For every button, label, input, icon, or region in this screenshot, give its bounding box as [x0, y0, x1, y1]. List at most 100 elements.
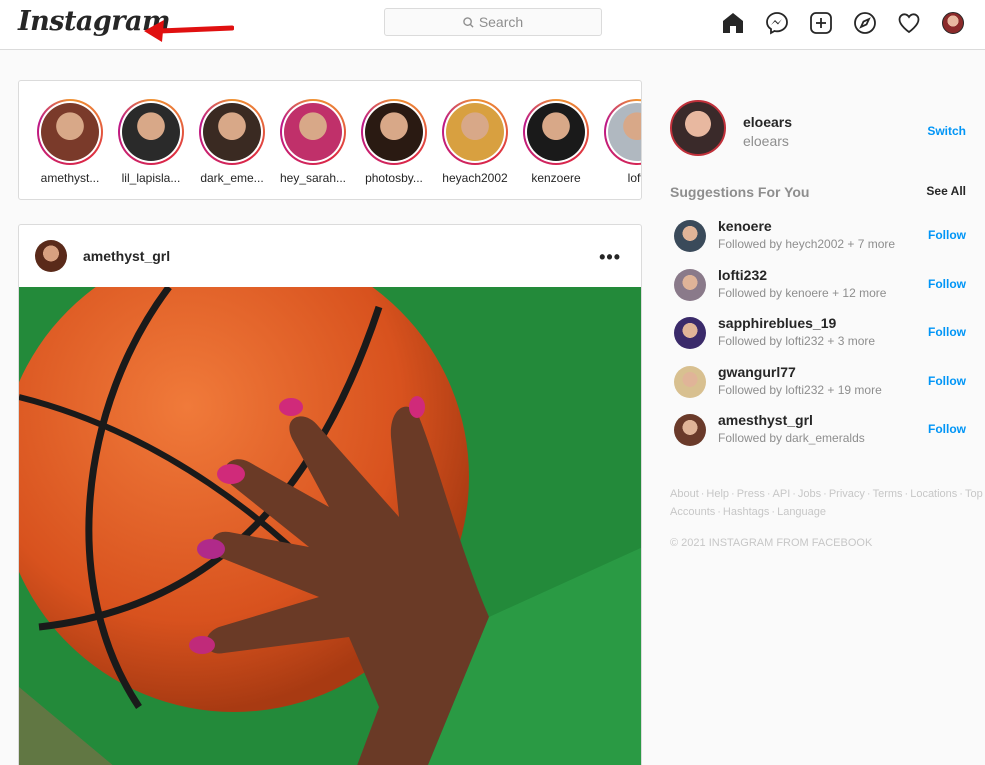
- right-sidebar: eloears eloears Switch Suggestions For Y…: [670, 100, 983, 549]
- footer-separator: ·: [717, 505, 721, 518]
- follow-button[interactable]: Follow: [928, 228, 966, 242]
- avatar: [942, 12, 964, 34]
- follow-button[interactable]: Follow: [928, 374, 966, 388]
- suggestions-header: Suggestions For You See All: [670, 184, 970, 204]
- footer-link[interactable]: Help: [706, 488, 729, 500]
- footer-link[interactable]: About: [670, 488, 699, 500]
- footer-link[interactable]: Hashtags: [723, 506, 769, 518]
- story-avatar: [122, 103, 180, 161]
- suggestions-title: Suggestions For You: [670, 184, 810, 200]
- footer-link[interactable]: Privacy: [829, 488, 865, 500]
- explore-icon[interactable]: [852, 10, 878, 36]
- suggestion-avatar[interactable]: [674, 414, 706, 447]
- top-nav-bar: Instagram Search: [0, 0, 985, 50]
- footer-separator: ·: [766, 487, 771, 500]
- suggestion-avatar[interactable]: [674, 268, 706, 301]
- story-avatar: [608, 103, 641, 161]
- footer-separator: ·: [731, 487, 735, 500]
- profile-avatar[interactable]: [940, 10, 966, 36]
- suggestion-username[interactable]: kenoere: [718, 218, 772, 234]
- suggestions-list: kenoere Followed by heych2002 + 7 more Fol…: [670, 214, 970, 457]
- suggestion-username[interactable]: lofti232: [718, 267, 767, 283]
- suggestion-item: lofti232 Followed by kenoere + 12 more Fol…: [670, 263, 970, 312]
- suggestion-avatar[interactable]: [674, 317, 706, 350]
- story-username: lil_lapisla...: [121, 171, 181, 185]
- story-username: dark_eme...: [200, 171, 264, 185]
- story-ring: [604, 99, 641, 165]
- current-user-card: eloears eloears Switch: [670, 100, 970, 160]
- current-user-fullname: eloears: [743, 133, 789, 149]
- activity-heart-icon[interactable]: [896, 10, 922, 36]
- story-item[interactable]: heyach2002: [435, 99, 515, 185]
- suggestion-item: sapphireblues_19 Followed by lofti232 + 3…: [670, 311, 970, 360]
- story-username: amethyst...: [40, 171, 100, 185]
- suggestion-item: gwangurl77 Followed by lofti232 + 19 more…: [670, 360, 970, 409]
- footer-link[interactable]: Locations: [910, 488, 957, 500]
- footer-separator: ·: [823, 487, 827, 500]
- story-ring: [118, 99, 184, 165]
- story-username: kenzoere: [531, 171, 581, 185]
- suggestion-username[interactable]: sapphireblues_19: [718, 315, 836, 331]
- post-author-avatar[interactable]: [35, 240, 67, 272]
- see-all-button[interactable]: See All: [926, 184, 966, 198]
- switch-account-button[interactable]: Switch: [927, 124, 966, 138]
- footer-separator: ·: [700, 487, 705, 500]
- story-username: hey_sarah...: [279, 171, 347, 185]
- new-post-icon[interactable]: [808, 10, 834, 36]
- post-header: amethyst_grl •••: [19, 225, 641, 287]
- red-arrow-annotation: [144, 20, 234, 42]
- suggestion-followed-by: Followed by lofti232 + 3 more: [718, 334, 876, 349]
- footer-separator: ·: [866, 487, 871, 500]
- story-item[interactable]: hey_sarah...: [273, 99, 353, 185]
- story-item[interactable]: kenzoere: [516, 99, 596, 185]
- current-user-avatar[interactable]: [670, 100, 726, 156]
- footer-separator: ·: [959, 487, 963, 500]
- suggestion-avatar[interactable]: [674, 220, 706, 252]
- story-item[interactable]: dark_eme...: [192, 99, 272, 185]
- story-avatar: [284, 103, 342, 161]
- follow-button[interactable]: Follow: [928, 422, 966, 436]
- home-icon[interactable]: [720, 10, 746, 36]
- story-avatar: [365, 103, 423, 161]
- footer-link[interactable]: Press: [737, 488, 765, 500]
- story-item[interactable]: amethyst...: [30, 99, 110, 185]
- story-avatar: [41, 103, 99, 161]
- follow-button[interactable]: Follow: [928, 325, 966, 339]
- footer-link[interactable]: Terms: [873, 488, 903, 500]
- suggestion-item: amesthyst_grl Followed by dark_emeralds Fo…: [670, 408, 970, 457]
- search-placeholder: Search: [478, 14, 524, 30]
- follow-button[interactable]: Follow: [928, 277, 966, 291]
- story-avatar: [527, 103, 585, 161]
- suggestion-followed-by: Followed by heych2002 + 7 more: [718, 237, 896, 251]
- suggestion-followed-by: Followed by dark_emeralds: [718, 431, 865, 446]
- story-item[interactable]: lofti: [597, 99, 641, 185]
- footer-link[interactable]: Language: [777, 506, 826, 518]
- current-user-username[interactable]: eloears: [743, 114, 792, 130]
- search-input[interactable]: Search: [384, 8, 602, 36]
- suggestion-username[interactable]: gwangurl77: [718, 364, 796, 380]
- suggestion-username[interactable]: amesthyst_grl: [718, 412, 813, 428]
- story-ring: [523, 99, 589, 165]
- basketball-hand-illustration: [19, 287, 641, 765]
- messenger-icon[interactable]: [764, 10, 790, 36]
- story-item[interactable]: lil_lapisla...: [111, 99, 191, 185]
- story-ring: [280, 99, 346, 165]
- suggestion-avatar[interactable]: [674, 365, 706, 398]
- suggestion-followed-by: Followed by lofti232 + 19 more: [718, 382, 882, 397]
- story-username: lofti: [627, 171, 641, 185]
- footer-links: About · Help · Press · API · Jobs · Privacy · Terms ·…: [670, 485, 983, 521]
- suggestion-item: kenoere Followed by heych2002 + 7 more Fol…: [670, 214, 970, 263]
- story-ring: [199, 99, 265, 165]
- story-item[interactable]: photosby...: [354, 99, 434, 185]
- footer-separator: ·: [904, 487, 909, 500]
- post-author-username[interactable]: amethyst_grl: [83, 248, 170, 264]
- stories-tray: amethyst... lil_lapisla... dark_eme... hey_…: [18, 80, 642, 200]
- post-photo[interactable]: [19, 287, 641, 765]
- footer-link[interactable]: Jobs: [798, 488, 821, 500]
- story-avatar: [203, 103, 261, 161]
- footer-link[interactable]: API: [773, 488, 791, 500]
- story-ring: [361, 99, 427, 165]
- search-icon: [463, 16, 474, 28]
- footer-separator: ·: [771, 505, 776, 518]
- more-options-icon[interactable]: •••: [599, 247, 621, 268]
